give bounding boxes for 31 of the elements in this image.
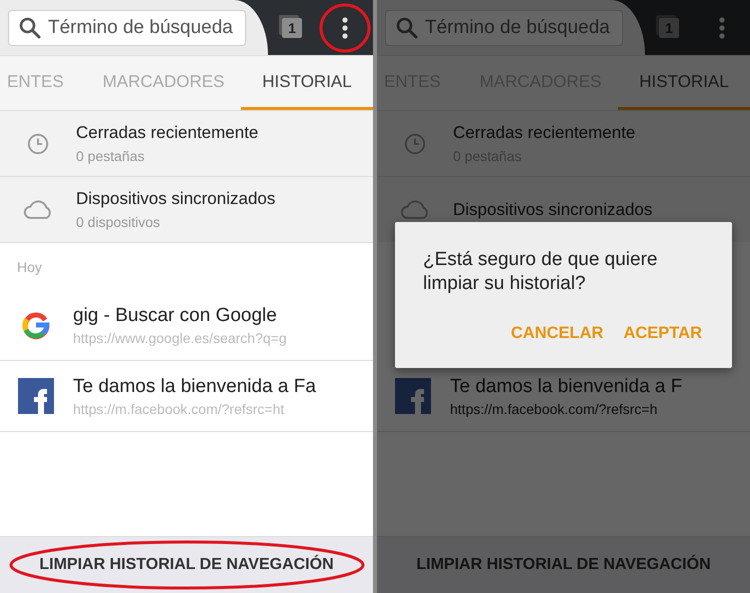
search-icon: [395, 16, 419, 40]
google-icon: [20, 310, 50, 340]
history-title[interactable]: gig - Buscar con Google: [73, 304, 287, 326]
facebook-icon: [394, 378, 430, 414]
dialog-button[interactable]: ACEPTAR: [617, 320, 708, 347]
tab[interactable]: ENTES: [0, 56, 86, 110]
facebook-icon: [18, 378, 54, 414]
search-field[interactable]: Término de búsqueda: [385, 10, 623, 46]
dialog-message: ¿Está seguro de que quiere limpiar su historial?: [423, 248, 658, 296]
dialog-button[interactable]: CANCELAR: [504, 320, 610, 347]
day-label: Hoy: [17, 259, 42, 275]
section-subtitle: 0 pestañas: [76, 148, 146, 164]
section-title[interactable]: Cerradas recientemente: [76, 123, 258, 143]
history-url: https://www.google.es/search?q=g: [73, 330, 287, 346]
tab[interactable]: MARCADORES: [86, 56, 241, 110]
clock-icon: [27, 132, 49, 154]
menu-icon[interactable]: [319, 2, 371, 52]
section-title[interactable]: Cerradas recientemente: [453, 123, 636, 143]
clock-icon: [404, 132, 426, 154]
tabs-counter-button[interactable]: 1: [282, 18, 302, 38]
section-title[interactable]: Dispositivos sincronizados: [453, 200, 652, 220]
section-title[interactable]: Dispositivos sincronizados: [76, 189, 276, 209]
search-field[interactable]: Término de búsqueda: [8, 10, 246, 46]
cloud-icon: [400, 199, 430, 220]
history-title[interactable]: Te damos la bienvenida a Fa: [73, 376, 316, 398]
section-subtitle: 0 dispositivos: [76, 214, 162, 230]
search-icon: [18, 16, 42, 40]
history-url: https://m.facebook.com/?refsrc=ht: [73, 400, 286, 416]
history-title[interactable]: Te damos la bienvenida a F: [450, 376, 682, 398]
cloud-icon: [23, 199, 53, 220]
history-url: https://m.facebook.com/?refsrc=h: [450, 400, 658, 416]
